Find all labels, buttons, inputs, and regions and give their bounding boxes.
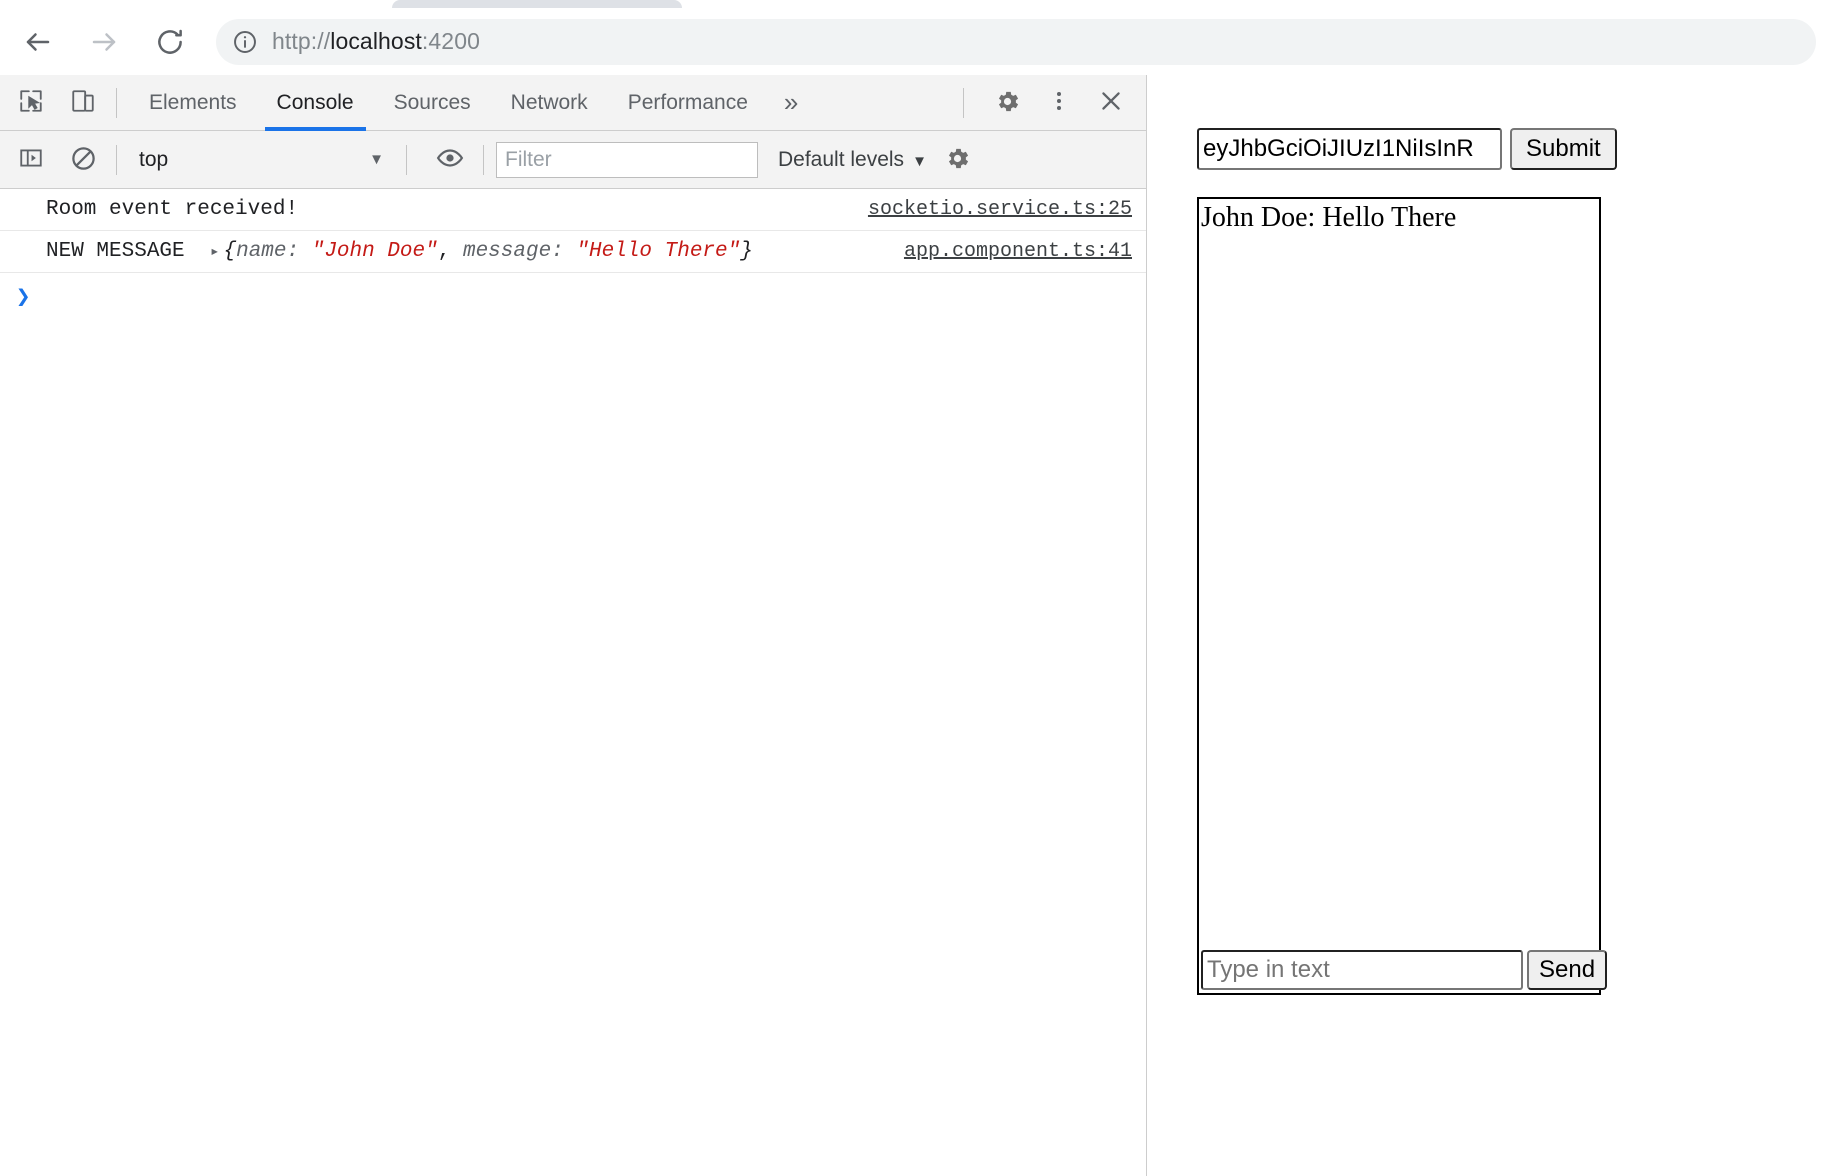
browser-tab-strip [0,0,1830,9]
object-value: "Hello There" [576,240,741,263]
tab-console[interactable]: Console [257,75,374,131]
url-port: :4200 [421,28,480,54]
clear-console-button[interactable] [62,139,104,181]
tab-sources[interactable]: Sources [374,75,491,131]
chat-message-input[interactable] [1201,950,1523,990]
console-message-label: NEW MESSAGE [46,240,185,263]
tab-label: Performance [627,90,748,114]
console-settings-button[interactable] [937,139,979,181]
tab-performance[interactable]: Performance [608,75,768,131]
browser-toolbar: http://localhost:4200 [0,9,1830,75]
console-filter-input[interactable] [496,141,758,178]
url-text: http://localhost:4200 [272,28,480,55]
object-close-brace: } [740,240,753,263]
js-context-selector[interactable]: top ▼ [129,141,394,179]
toolbar-divider [406,144,407,175]
live-expression-button[interactable] [429,139,471,181]
chat-message-list: John Doe: Hello There [1199,199,1599,950]
arrow-left-icon [23,27,53,57]
console-source-link[interactable]: app.component.ts:41 [904,240,1132,263]
console-message-object: NEW MESSAGE ▸ {name: "John Doe", message:… [46,240,884,263]
browser-tab[interactable] [392,0,682,8]
inspect-element-button[interactable] [10,82,52,124]
console-filter-toolbar: top ▼ Default levels ▼ [0,131,1146,189]
console-sidebar-toggle-button[interactable] [10,139,52,181]
chat-message: John Doe: Hello There [1201,202,1457,233]
more-tabs-button[interactable]: » [768,75,814,131]
gear-icon [994,88,1021,118]
url-host: localhost [330,28,422,54]
gear-icon [944,145,971,175]
console-sidebar-icon [18,145,44,174]
device-toolbar-toggle-button[interactable] [62,82,104,124]
jwt-token-input[interactable] [1197,128,1502,170]
reload-button[interactable] [142,14,198,70]
object-open-brace: { [223,240,237,263]
console-input-prompt[interactable]: ❯ [0,273,1146,321]
token-submit-row: Submit [1197,128,1617,170]
chat-input-row: Send [1199,950,1608,993]
forward-button[interactable] [76,14,132,70]
console-message-row[interactable]: NEW MESSAGE ▸ {name: "John Doe", message:… [0,231,1146,273]
devtools-panel: Elements Console Sources Network Perform… [0,75,1147,1176]
kebab-menu-icon [1047,88,1071,117]
chevron-down-icon: ▼ [912,152,927,170]
clear-console-icon [70,145,97,175]
live-expression-eye-icon [436,144,464,175]
app-viewport: Submit John Doe: Hello There Send [1148,75,1830,1176]
close-devtools-button[interactable] [1090,82,1132,124]
log-level-selector[interactable]: Default levels ▼ [778,148,927,172]
log-level-label: Default levels [778,147,905,171]
tab-elements[interactable]: Elements [129,75,257,131]
url-scheme: http:// [272,28,331,54]
devtools-more-options-button[interactable] [1038,82,1080,124]
console-message-list: Room event received! socketio.service.ts… [0,189,1146,321]
inspect-cursor-icon [18,88,44,117]
object-key: message: [462,240,564,263]
device-toggle-icon [70,88,96,117]
arrow-right-icon [89,27,119,57]
toolbar-divider [116,144,117,175]
context-label: top [139,147,169,171]
expand-object-triangle-icon[interactable]: ▸ [210,241,220,261]
devtools-toolbar-actions [951,82,1146,124]
chat-box: John Doe: Hello There Send [1197,197,1608,995]
object-key: name: [236,240,300,263]
tab-label: Sources [393,90,471,114]
toolbar-divider [963,87,964,118]
console-toolbar-actions [927,139,979,181]
reload-icon [155,27,185,57]
info-circle-icon[interactable] [232,29,258,55]
chevron-down-icon: ▼ [369,151,384,168]
address-bar[interactable]: http://localhost:4200 [216,18,1816,65]
close-icon [1098,88,1124,117]
console-message-row[interactable]: Room event received! socketio.service.ts… [0,189,1146,231]
submit-button[interactable]: Submit [1510,128,1617,170]
devtools-settings-button[interactable] [986,82,1028,124]
toolbar-divider [116,87,117,118]
tab-network[interactable]: Network [491,75,608,131]
tab-label: Elements [149,90,237,114]
toolbar-divider [483,144,484,175]
object-comma: , [437,240,451,263]
devtools-tab-bar: Elements Console Sources Network Perform… [0,75,1146,131]
send-button[interactable]: Send [1527,950,1608,990]
tab-label: Network [510,90,588,114]
tab-label: Console [276,90,354,114]
back-button[interactable] [10,14,66,70]
object-value: "John Doe" [311,240,438,263]
console-message-text: Room event received! [46,198,299,221]
console-source-link[interactable]: socketio.service.ts:25 [868,198,1132,221]
prompt-chevron-icon: ❯ [16,285,31,312]
